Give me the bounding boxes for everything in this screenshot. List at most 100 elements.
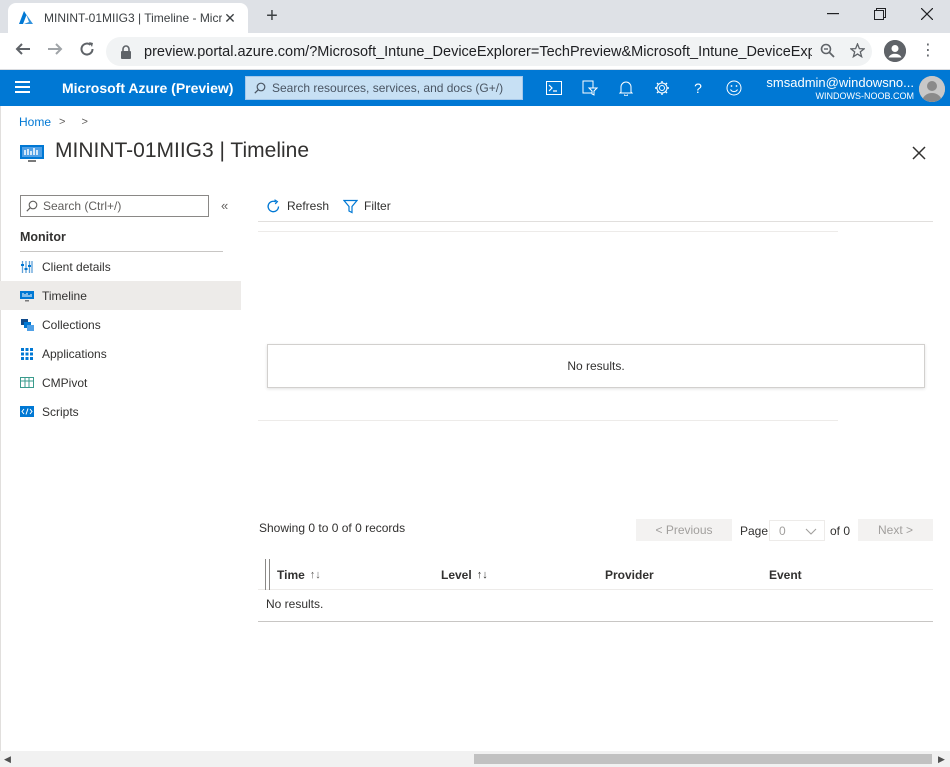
filter-icon — [343, 199, 359, 213]
scrollbar-thumb[interactable] — [474, 754, 932, 764]
cloud-shell-icon[interactable] — [545, 79, 563, 97]
device-monitor-icon — [19, 142, 45, 164]
back-icon[interactable] — [10, 38, 36, 64]
notifications-bell-icon[interactable] — [617, 79, 635, 97]
settings-gear-icon[interactable] — [653, 79, 671, 97]
portal-brand[interactable]: Microsoft Azure (Preview) — [62, 80, 233, 96]
avatar[interactable] — [919, 76, 945, 102]
browser-tab-strip: MININT-01MIIG3 | Timeline - Microsoft Az… — [0, 0, 950, 33]
records-summary: Showing 0 to 0 of 0 records — [259, 521, 406, 535]
azure-logo-icon — [18, 10, 34, 26]
timeline-empty-message: No results. — [567, 359, 625, 373]
scripts-icon — [20, 405, 34, 419]
close-blade-icon[interactable] — [908, 142, 930, 164]
global-search-placeholder: Search resources, services, and docs (G+… — [272, 81, 504, 95]
command-bar: Refresh Filter — [258, 192, 405, 220]
browser-tab[interactable]: MININT-01MIIG3 | Timeline - Microsoft Az… — [8, 3, 248, 33]
scroll-right-icon[interactable]: ▶ — [938, 754, 945, 765]
sort-icon: ↑↓ — [309, 569, 321, 581]
close-window-icon[interactable] — [904, 0, 950, 28]
bookmark-star-icon[interactable] — [842, 41, 872, 61]
sidebar-item-label: Collections — [42, 317, 101, 332]
column-header-label: Level — [441, 568, 472, 582]
next-page-button[interactable]: Next > — [858, 519, 933, 541]
column-header-label: Provider — [605, 568, 654, 582]
table-empty-message: No results. — [266, 597, 324, 611]
page-title: MININT-01MIIG3 | Timeline — [55, 139, 310, 162]
sidebar-item-cmpivot[interactable]: CMPivot — [0, 368, 241, 397]
refresh-label: Refresh — [287, 199, 330, 213]
client-details-icon — [20, 260, 34, 274]
sidebar-item-timeline[interactable]: Timeline — [0, 281, 241, 310]
user-directory: WINDOWS-NOOB.COM — [815, 91, 915, 101]
page-left-border — [0, 106, 1, 751]
reload-icon[interactable] — [74, 38, 100, 64]
scroll-left-icon[interactable]: ◀ — [4, 754, 11, 765]
sidebar-nav: Client details Timeline Collections Appl… — [0, 252, 241, 426]
column-header-event[interactable]: Event — [769, 568, 802, 582]
lock-icon — [120, 44, 134, 59]
collapse-sidebar-icon[interactable]: « — [221, 198, 228, 213]
chevron-right-icon: > — [59, 116, 66, 128]
browser-toolbar: preview.portal.azure.com/?Microsoft_Intu… — [0, 33, 950, 70]
timeline-bottom-line — [258, 420, 838, 421]
sidebar-item-collections[interactable]: Collections — [0, 310, 241, 339]
column-header-time[interactable]: Time ↑↓ — [277, 568, 321, 582]
global-search-input[interactable]: Search resources, services, and docs (G+… — [245, 76, 523, 100]
minimize-icon[interactable] — [810, 0, 856, 28]
breadcrumb-home-link[interactable]: Home — [19, 115, 51, 129]
close-tab-icon[interactable]: ✕ — [222, 10, 238, 26]
page-label: Page — [740, 524, 769, 538]
sidebar-item-scripts[interactable]: Scripts — [0, 397, 241, 426]
previous-page-button[interactable]: < Previous — [636, 519, 732, 541]
sidebar-search-placeholder: Search (Ctrl+/) — [43, 199, 122, 213]
cmpivot-icon — [20, 376, 34, 390]
page-number-select[interactable]: 0 — [769, 520, 825, 541]
forward-icon[interactable] — [42, 38, 68, 64]
zoom-icon[interactable] — [812, 43, 842, 61]
command-bar-divider — [258, 221, 933, 222]
column-header-level[interactable]: Level ↑↓ — [441, 568, 488, 582]
sidebar-section-monitor: Monitor — [20, 230, 66, 244]
search-icon — [26, 200, 38, 212]
page-header: MININT-01MIIG3 | Timeline — [19, 138, 309, 164]
address-bar[interactable]: preview.portal.azure.com/?Microsoft_Intu… — [106, 37, 872, 66]
sidebar-item-label: Timeline — [42, 288, 87, 303]
refresh-button[interactable]: Refresh — [266, 198, 330, 214]
column-resize-handle[interactable] — [265, 559, 270, 590]
account-menu[interactable]: smsadmin@windowsno... WINDOWS-NOOB.COM — [766, 75, 914, 101]
new-tab-icon[interactable]: + — [260, 5, 284, 29]
timeline-top-line — [258, 231, 838, 232]
browser-tab-title: MININT-01MIIG3 | Timeline - Microsoft Az… — [44, 11, 222, 25]
column-header-label: Time — [277, 568, 305, 582]
column-header-provider[interactable]: Provider — [605, 568, 654, 582]
filter-button[interactable]: Filter — [343, 199, 391, 214]
applications-icon — [20, 347, 34, 361]
timeline-empty-card: No results. — [267, 344, 925, 388]
restore-icon[interactable] — [857, 0, 903, 28]
url-text: preview.portal.azure.com/?Microsoft_Intu… — [144, 43, 812, 60]
portal-menu-icon[interactable] — [15, 81, 30, 93]
timeline-icon — [20, 289, 34, 303]
sort-ascending-icon: ↑↓ — [476, 569, 488, 581]
sidebar-search-input[interactable]: Search (Ctrl+/) — [20, 195, 209, 217]
page-count-label: of 0 — [830, 524, 851, 538]
sidebar-item-applications[interactable]: Applications — [0, 339, 241, 368]
sidebar-item-client-details[interactable]: Client details — [0, 252, 241, 281]
profile-icon[interactable] — [884, 40, 906, 62]
browser-menu-icon[interactable]: ⋮ — [920, 38, 936, 64]
page-number-value: 0 — [779, 523, 786, 538]
horizontal-scrollbar[interactable]: ◀ ▶ — [0, 751, 950, 767]
sidebar-item-label: Applications — [42, 346, 107, 361]
feedback-smiley-icon[interactable] — [725, 79, 743, 97]
chevron-down-icon — [804, 524, 818, 541]
filter-label: Filter — [364, 199, 391, 213]
chevron-right-icon: > — [81, 116, 88, 128]
column-header-label: Event — [769, 568, 802, 582]
events-table-header: Time ↑↓ Level ↑↓ Provider Event — [258, 559, 933, 590]
table-bottom-border — [258, 621, 933, 622]
sidebar-item-label: Scripts — [42, 404, 79, 419]
help-question-icon[interactable]: ? — [689, 79, 707, 97]
directory-filter-icon[interactable] — [581, 79, 599, 97]
sidebar-item-label: CMPivot — [42, 375, 88, 390]
